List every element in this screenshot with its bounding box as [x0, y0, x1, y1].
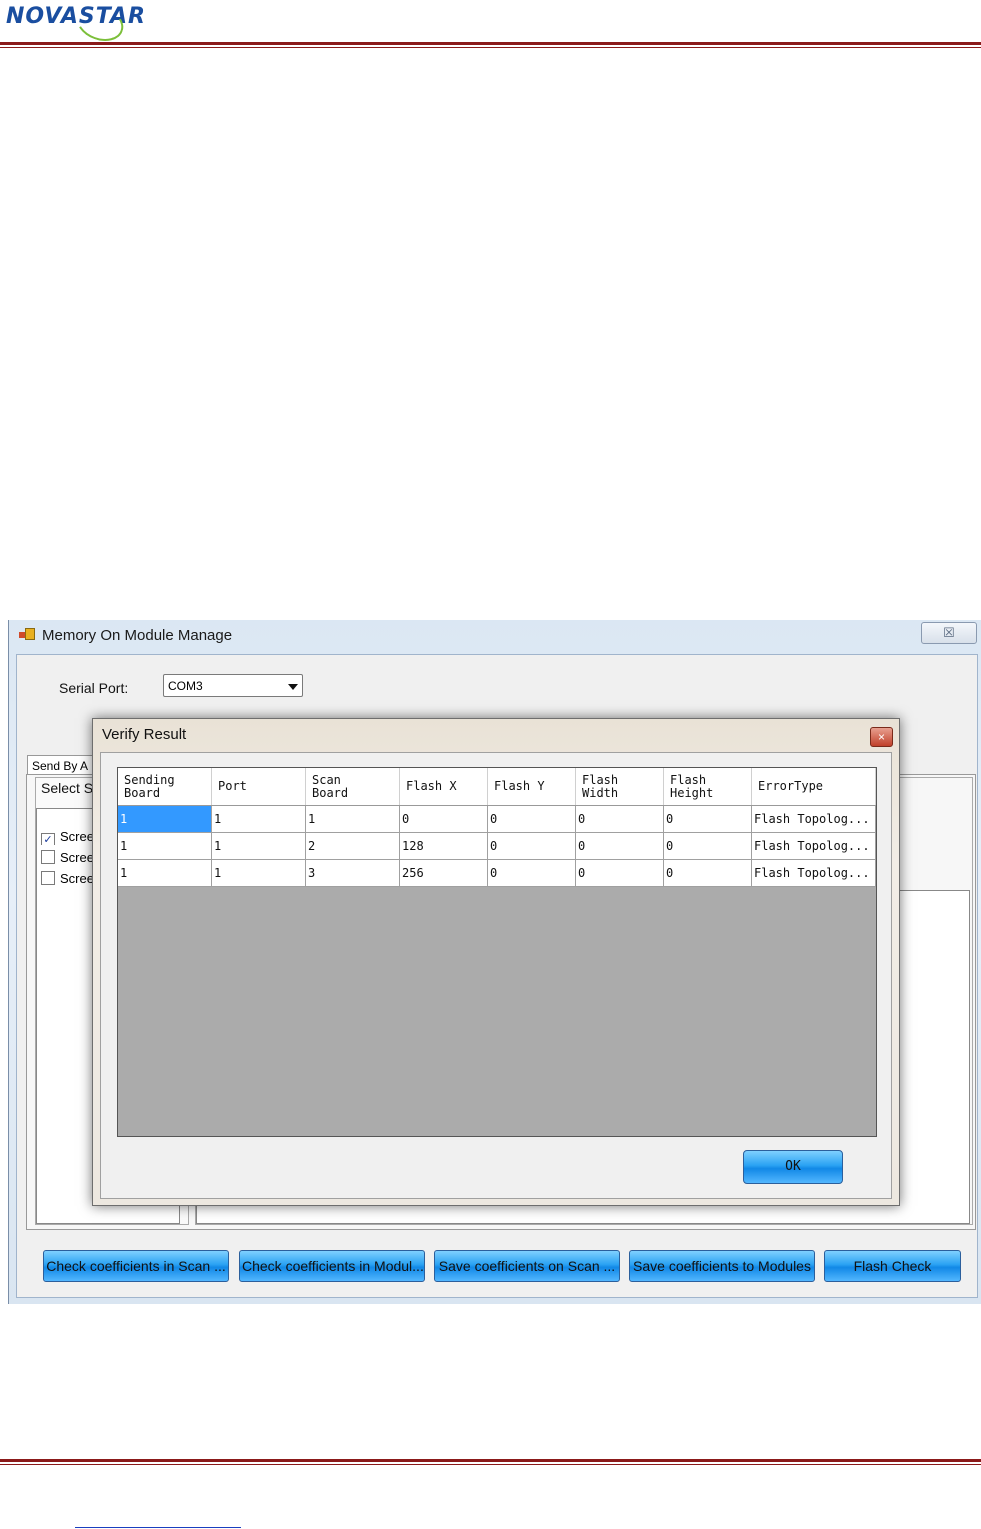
table-cell[interactable]: 0	[400, 806, 488, 833]
window-title: Memory On Module Manage	[42, 627, 233, 644]
serial-port-select[interactable]: COM3	[163, 674, 303, 697]
table-cell[interactable]: 256	[400, 860, 488, 887]
column-header[interactable]: Flash Height	[664, 768, 752, 805]
checkbox-checked-icon[interactable]: ✓	[41, 833, 55, 845]
footer-rule	[0, 1459, 981, 1462]
table-cell[interactable]: 3	[306, 860, 400, 887]
serial-port-label: Serial Port:	[59, 680, 129, 696]
checkbox-icon[interactable]	[41, 850, 55, 864]
ok-button[interactable]: OK	[743, 1150, 843, 1184]
table-cell[interactable]: 0	[576, 806, 664, 833]
table-cell[interactable]: 1	[118, 806, 212, 833]
table-cell[interactable]: 0	[664, 833, 752, 860]
column-header[interactable]: ErrorType	[752, 768, 876, 805]
footer-link-underline[interactable]	[75, 1527, 241, 1528]
column-header[interactable]: Flash X	[400, 768, 488, 805]
column-header[interactable]: Port	[212, 768, 306, 805]
table-row[interactable]: 1 1 1 0 0 0 0 Flash Topolog...	[118, 806, 876, 833]
dropdown-arrow-icon	[288, 684, 298, 690]
check-coefficients-modules-button[interactable]: Check coefficients in Modul...	[239, 1250, 425, 1282]
serial-port-value: COM3	[168, 679, 203, 693]
table-cell[interactable]: Flash Topolog...	[752, 806, 876, 833]
verify-result-dialog: Verify Result × Sending Board Port Scan Bo…	[92, 718, 900, 1206]
table-cell[interactable]: 128	[400, 833, 488, 860]
dialog-title: Verify Result	[102, 726, 187, 743]
table-cell[interactable]: 1	[306, 806, 400, 833]
table-row[interactable]: 1 1 3 256 0 0 0 Flash Topolog...	[118, 860, 876, 887]
header-rule	[0, 42, 981, 45]
table-cell[interactable]: 0	[664, 806, 752, 833]
dialog-close-button[interactable]: ×	[870, 727, 893, 747]
window-close-button[interactable]: ☒	[921, 622, 977, 644]
column-header[interactable]: Flash Y	[488, 768, 576, 805]
tab-send-by[interactable]: Send By A	[27, 755, 97, 775]
flash-check-button[interactable]: Flash Check	[824, 1250, 961, 1282]
table-cell[interactable]: 1	[212, 860, 306, 887]
column-header[interactable]: Sending Board	[118, 768, 212, 805]
footer-rule-thin	[0, 1464, 981, 1465]
table-cell[interactable]: 1	[212, 806, 306, 833]
save-coefficients-scan-button[interactable]: Save coefficients on Scan ...	[434, 1250, 620, 1282]
table-cell[interactable]: 1	[118, 833, 212, 860]
table-cell[interactable]: 0	[488, 806, 576, 833]
dialog-client: Sending Board Port Scan Board Flash X Flas…	[100, 752, 892, 1199]
table-cell[interactable]: 0	[576, 860, 664, 887]
table-cell[interactable]: 0	[664, 860, 752, 887]
table-cell[interactable]: 0	[576, 833, 664, 860]
table-cell[interactable]: 0	[488, 833, 576, 860]
grid-header: Sending Board Port Scan Board Flash X Flas…	[118, 768, 876, 806]
checkbox-icon[interactable]	[41, 871, 55, 885]
app-icon	[19, 628, 35, 642]
table-row[interactable]: 1 1 2 128 0 0 0 Flash Topolog...	[118, 833, 876, 860]
table-cell[interactable]: Flash Topolog...	[752, 833, 876, 860]
column-header[interactable]: Scan Board	[306, 768, 400, 805]
table-cell[interactable]: 0	[488, 860, 576, 887]
table-cell[interactable]: Flash Topolog...	[752, 860, 876, 887]
table-cell[interactable]: 1	[212, 833, 306, 860]
column-header[interactable]: Flash Width	[576, 768, 664, 805]
check-coefficients-scan-button[interactable]: Check coefficients in Scan ...	[43, 1250, 229, 1282]
header-rule-thin	[0, 47, 981, 48]
verify-result-grid[interactable]: Sending Board Port Scan Board Flash X Flas…	[117, 767, 877, 1137]
save-coefficients-modules-button[interactable]: Save coefficients to Modules	[629, 1250, 815, 1282]
table-cell[interactable]: 2	[306, 833, 400, 860]
table-cell[interactable]: 1	[118, 860, 212, 887]
